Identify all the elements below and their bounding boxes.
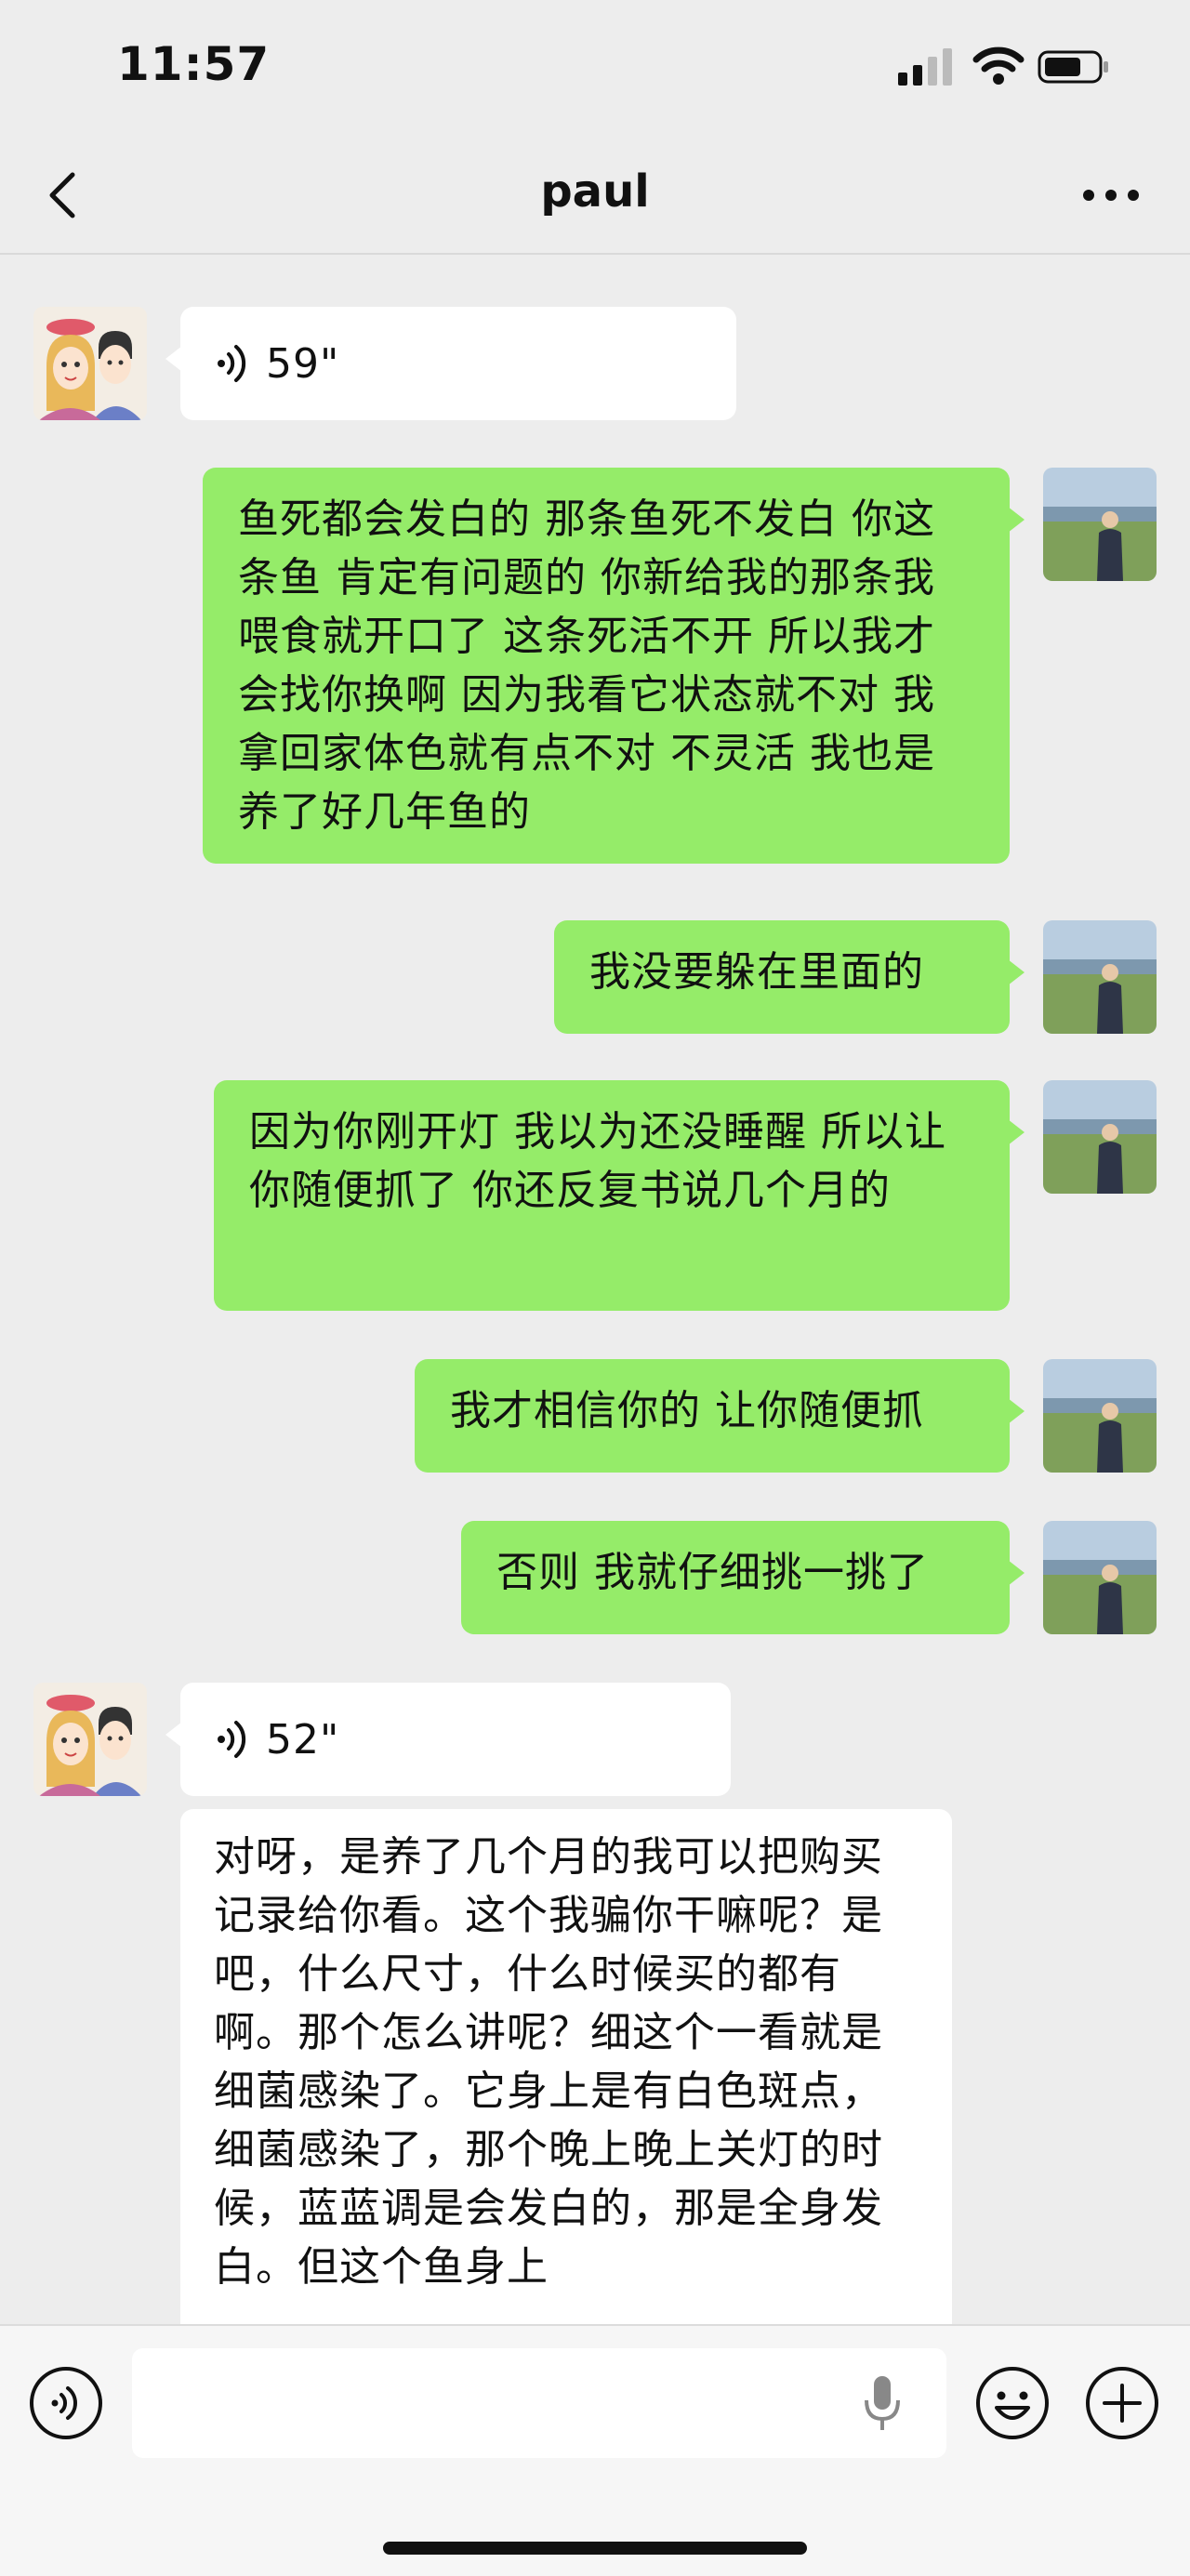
my-avatar[interactable] — [1043, 468, 1157, 581]
voice-wave-icon — [218, 345, 246, 382]
my-avatar[interactable] — [1043, 920, 1157, 1034]
chat-title[interactable]: paul — [0, 165, 1190, 218]
status-bar: 11:57 — [0, 0, 1190, 139]
plus-icon[interactable] — [1084, 2365, 1160, 2441]
my-message-bubble[interactable]: 因为你刚开灯 我以为还没睡醒 所以让你随便抓了 你还反复书说几个月的 — [214, 1080, 1025, 1311]
contact-avatar[interactable] — [33, 1683, 147, 1796]
wifi-icon — [972, 46, 1025, 85]
voice-message-bubble[interactable]: 59" — [165, 307, 736, 420]
contact-message-bubble[interactable]: 对呀，是养了几个月的我可以把购买记录给你看。这个我骗你干嘛呢？是吧，什么尺寸，什… — [180, 1809, 952, 2385]
my-avatar[interactable] — [1043, 1521, 1157, 1634]
chat-header: paul — [0, 139, 1190, 255]
chat-input-bar — [0, 2324, 1190, 2576]
contact-avatar[interactable] — [33, 307, 147, 420]
voice-mode-icon[interactable] — [28, 2365, 104, 2441]
voice-message-bubble[interactable]: 52" — [165, 1683, 731, 1796]
more-options-icon[interactable] — [1078, 167, 1144, 223]
message-input[interactable] — [132, 2348, 946, 2458]
home-indicator[interactable] — [383, 2542, 807, 2555]
message-text: 我没要躲在里面的 — [589, 948, 924, 996]
message-text: 因为你刚开灯 我以为还没睡醒 所以让你随便抓了 你还反复书说几个月的 — [249, 1108, 946, 1214]
my-message-bubble[interactable]: 我才相信你的 让你随便抓 — [415, 1359, 1025, 1473]
message-text: 鱼死都会发白的 那条鱼死不发白 你这条鱼 肯定有问题的 你新给我的那条我喂食就开… — [238, 495, 935, 836]
message-text: 否则 我就仔细挑一挑了 — [496, 1549, 929, 1596]
voice-duration: 59" — [266, 339, 340, 388]
my-message-bubble[interactable]: 否则 我就仔细挑一挑了 — [461, 1521, 1025, 1634]
my-avatar[interactable] — [1043, 1080, 1157, 1194]
message-text: 对呀，是养了几个月的我可以把购买记录给你看。这个我骗你干嘛呢？是吧，什么尺寸，什… — [214, 1833, 883, 2291]
voice-wave-icon — [218, 1721, 246, 1758]
microphone-icon[interactable] — [861, 2372, 904, 2434]
battery-icon — [1038, 50, 1108, 84]
status-time: 11:57 — [117, 37, 271, 91]
cellular-signal-icon — [898, 48, 952, 86]
my-avatar[interactable] — [1043, 1359, 1157, 1473]
emoji-icon[interactable] — [974, 2365, 1051, 2441]
my-message-bubble[interactable]: 我没要躲在里面的 — [554, 920, 1025, 1034]
voice-duration: 52" — [266, 1715, 340, 1764]
message-text: 我才相信你的 让你随便抓 — [450, 1387, 924, 1434]
my-message-bubble[interactable]: 鱼死都会发白的 那条鱼死不发白 你这条鱼 肯定有问题的 你新给我的那条我喂食就开… — [203, 468, 1025, 864]
